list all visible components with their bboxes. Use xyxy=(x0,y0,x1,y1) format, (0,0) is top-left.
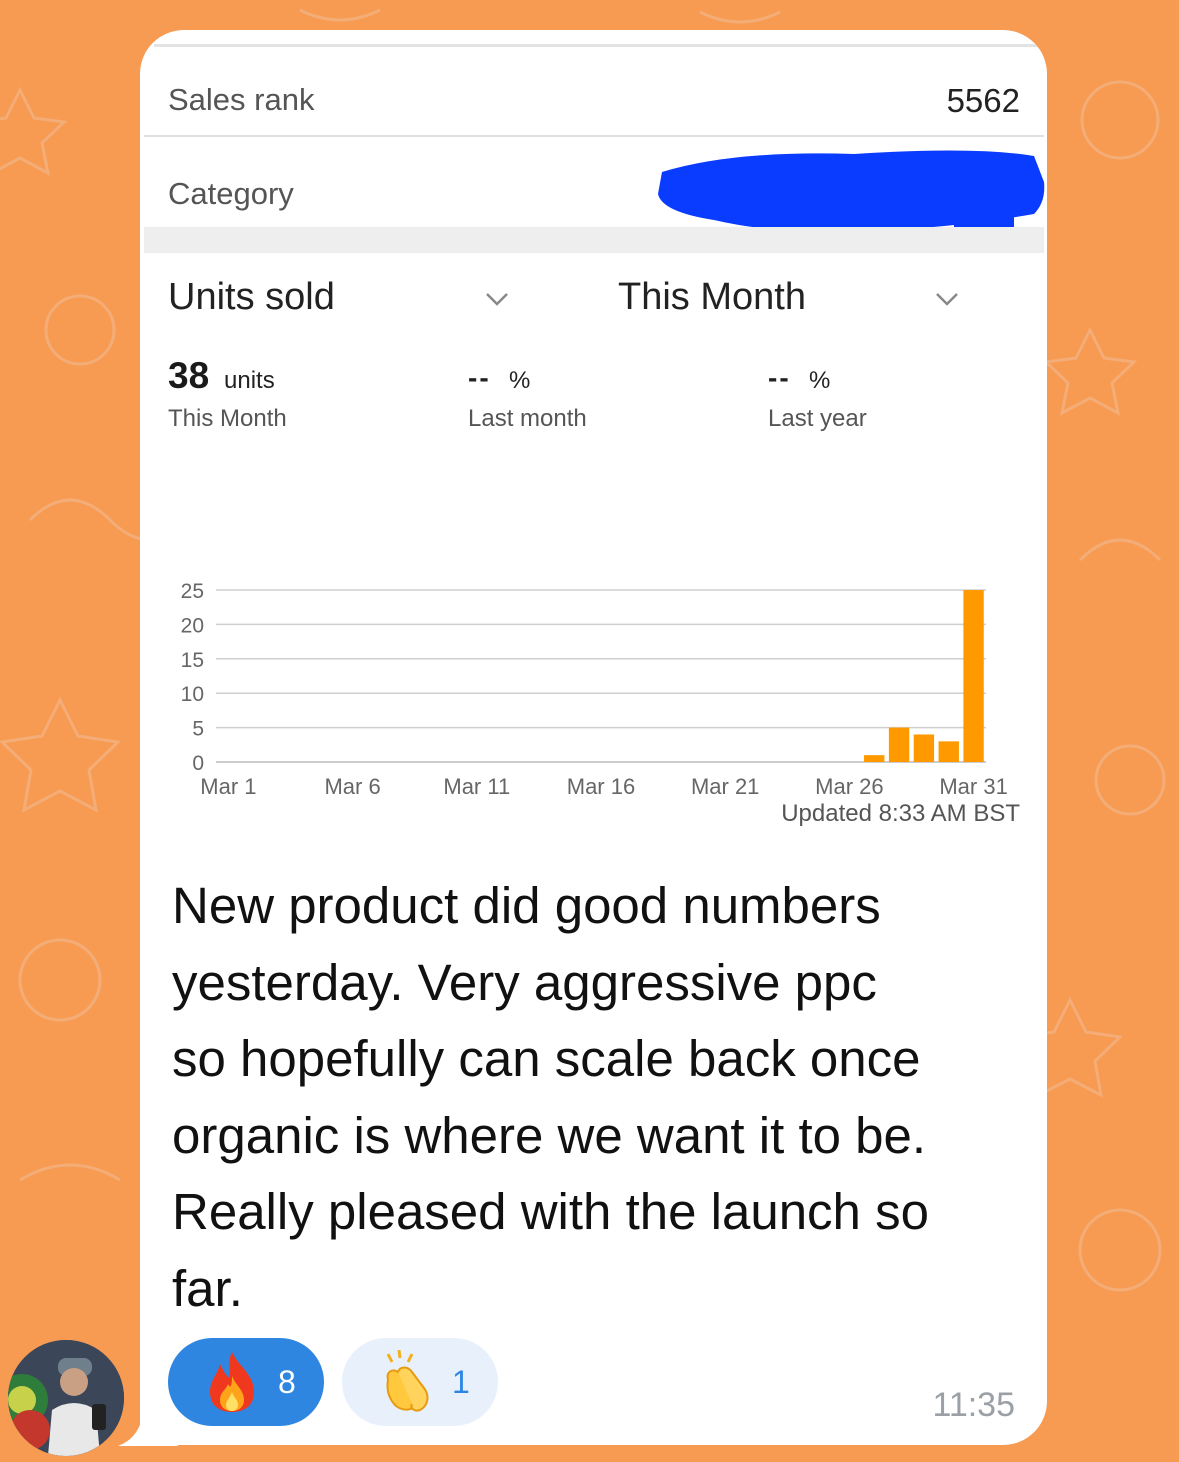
this-month-caption: This Month xyxy=(168,405,287,432)
x-tick-label: Mar 21 xyxy=(691,774,759,799)
clap-reaction-count: 1 xyxy=(452,1363,470,1400)
chevron-down-icon[interactable] xyxy=(484,286,510,312)
percent-label: % xyxy=(509,367,531,394)
message-time: 11:35 xyxy=(932,1386,1015,1424)
fire-icon xyxy=(210,1352,254,1412)
row-divider xyxy=(144,135,1044,137)
bar xyxy=(938,741,959,762)
units-label: units xyxy=(224,367,275,394)
fire-reaction-count: 8 xyxy=(278,1363,296,1400)
y-tick-label: 5 xyxy=(192,718,204,741)
sender-avatar[interactable] xyxy=(8,1340,124,1456)
chevron-down-icon[interactable] xyxy=(934,286,960,312)
y-tick-label: 15 xyxy=(181,649,204,672)
x-tick-label: Mar 31 xyxy=(939,774,1007,799)
message-line: far. xyxy=(172,1259,243,1317)
metric-dropdown-label[interactable]: Units sold xyxy=(168,276,335,319)
message-text: New product did good numbers yesterday. … xyxy=(172,868,1032,1327)
updated-timestamp: Updated 8:33 AM BST xyxy=(781,800,1020,827)
x-tick-label: Mar 6 xyxy=(324,774,380,799)
x-tick-label: Mar 11 xyxy=(443,774,510,799)
screenshot-attachment: Sales rank 5562 Category Units sold This… xyxy=(144,42,1045,872)
units-sold-value: 38 xyxy=(168,355,210,396)
message-line: organic is where we want it to be. xyxy=(172,1106,927,1164)
y-tick-label: 25 xyxy=(181,580,204,603)
message-line: New product did good numbers xyxy=(172,877,881,934)
last-month-change-value: -- xyxy=(468,362,491,393)
category-label: Category xyxy=(168,176,294,211)
last-month-caption: Last month xyxy=(468,405,587,432)
y-tick-label: 20 xyxy=(181,614,204,637)
x-tick-label: Mar 16 xyxy=(567,774,635,799)
bar xyxy=(864,755,885,762)
clapping-hands-icon xyxy=(386,1350,429,1412)
sales-rank-label: Sales rank xyxy=(168,82,315,117)
message-line: Really pleased with the launch so xyxy=(172,1183,929,1240)
x-tick-label: Mar 1 xyxy=(200,774,256,799)
section-divider xyxy=(144,227,1044,253)
message-bubble[interactable]: Sales rank 5562 Category Units sold This… xyxy=(140,30,1047,1445)
last-year-caption: Last year xyxy=(768,405,867,432)
y-tick-label: 10 xyxy=(181,683,204,706)
bar xyxy=(888,727,910,762)
fire-reaction-button[interactable]: 8 xyxy=(168,1338,324,1426)
y-tick-label: 0 xyxy=(192,752,204,775)
top-divider xyxy=(154,44,1044,47)
redaction-scribble xyxy=(658,150,1045,233)
x-tick-label: Mar 26 xyxy=(815,774,883,799)
bar xyxy=(913,734,935,762)
units-sold-bar-chart: 25 20 15 10 5 0Mar 1 Mar 6 Mar 11 Mar 16 Mar 21 Ma… xyxy=(181,580,1008,799)
clap-reaction-button[interactable]: 1 xyxy=(342,1338,498,1426)
period-dropdown-label[interactable]: This Month xyxy=(618,276,806,319)
sales-rank-value: 5562 xyxy=(946,82,1020,119)
percent-label: % xyxy=(809,367,831,394)
last-year-change-value: -- xyxy=(768,362,791,393)
message-line: yesterday. Very aggressive ppc xyxy=(172,953,877,1011)
bar xyxy=(963,590,984,762)
message-line: so hopefully can scale back once xyxy=(172,1030,921,1087)
